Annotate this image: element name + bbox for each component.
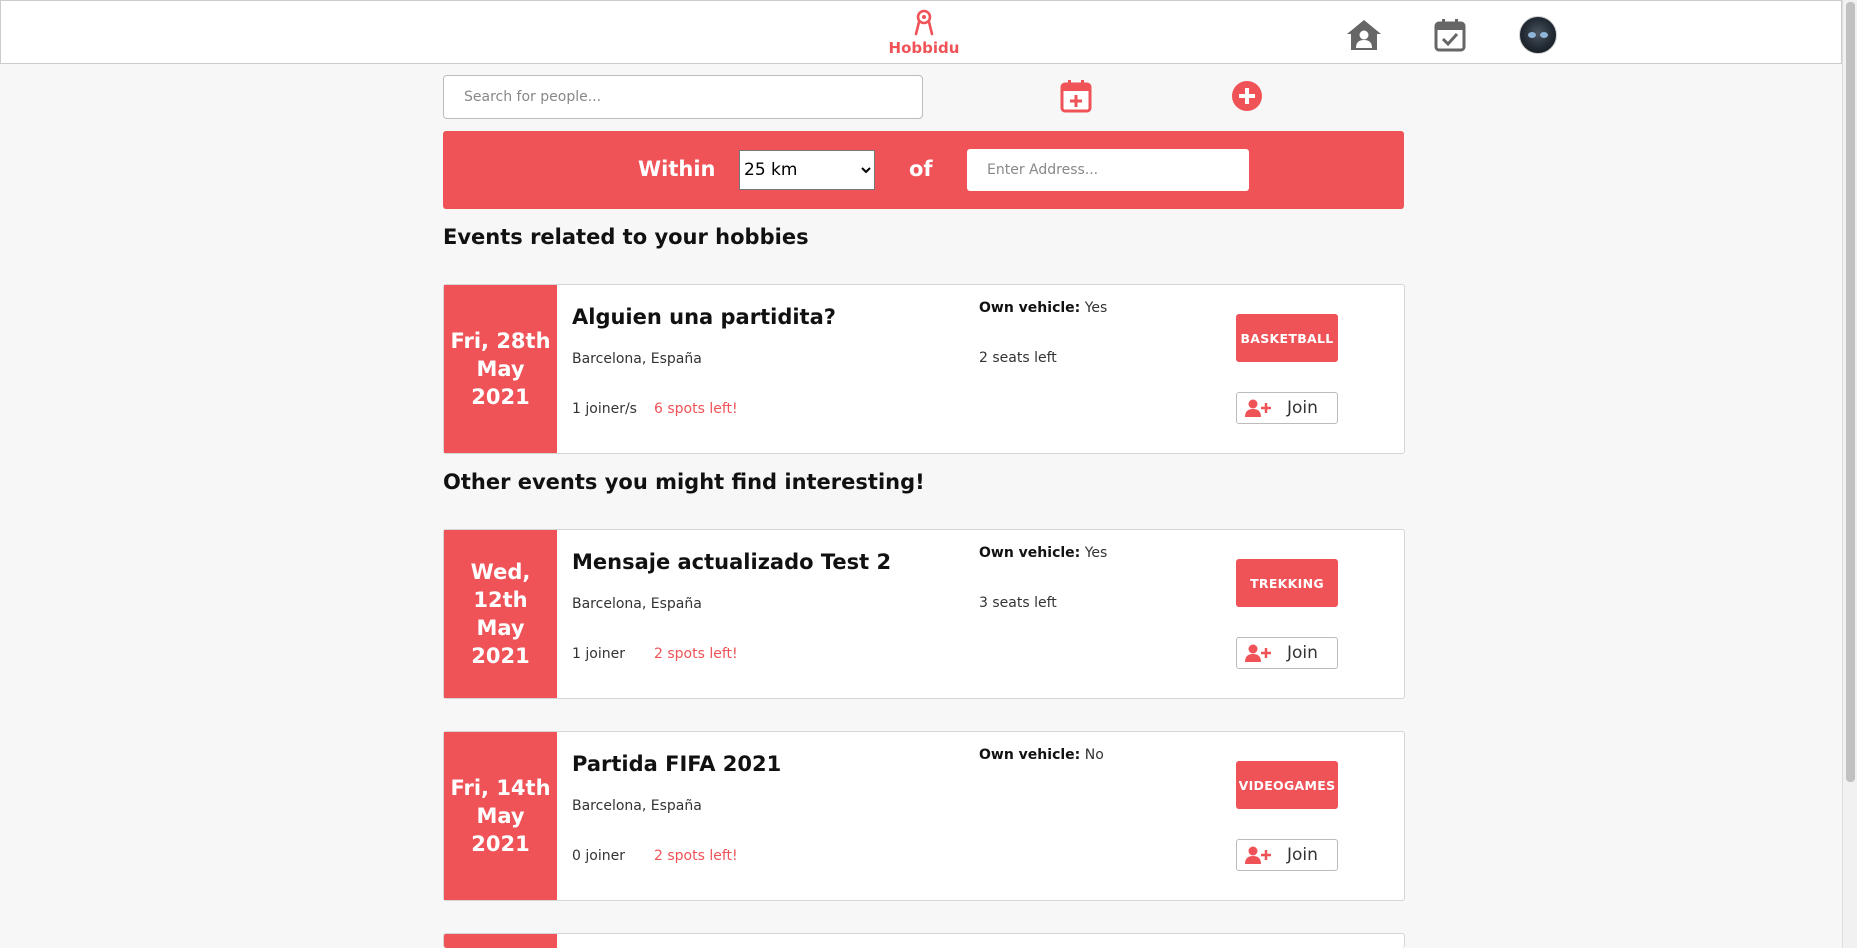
calendar-plus-icon xyxy=(1060,80,1092,113)
event-location: Barcelona, España xyxy=(572,798,702,814)
join-button[interactable]: Join xyxy=(1236,392,1338,424)
vehicle-value: No xyxy=(1084,747,1104,763)
add-user-icon xyxy=(1245,399,1271,417)
event-seats-left: 2 seats left xyxy=(979,350,1057,366)
vehicle-label: Own vehicle: xyxy=(979,747,1081,763)
address-input[interactable] xyxy=(967,149,1249,191)
calendar-check-icon xyxy=(1434,19,1466,52)
event-date-day: Wed, 12th xyxy=(470,560,531,612)
join-label: Join xyxy=(1287,398,1318,418)
scrollbar-thumb[interactable] xyxy=(1846,2,1855,782)
event-joiners: 1 joiner/s xyxy=(572,401,637,417)
event-joiners: 1 joiner xyxy=(572,646,625,662)
brand-logo[interactable]: Hobbidu xyxy=(887,9,961,57)
event-date-month: May 2021 xyxy=(471,357,530,409)
event-date-month: May 2021 xyxy=(471,616,530,668)
event-spots-left: 2 spots left! xyxy=(654,848,738,864)
join-label: Join xyxy=(1287,643,1318,663)
top-navbar: Hobbidu xyxy=(0,0,1842,64)
event-card-partial[interactable] xyxy=(443,933,1405,948)
event-title[interactable]: Partida FIFA 2021 xyxy=(572,752,781,776)
event-date-month: May 2021 xyxy=(471,804,530,856)
event-date: Wed, 12th May 2021 xyxy=(444,530,557,698)
event-spots-left: 6 spots left! xyxy=(654,401,738,417)
related-events-heading: Events related to your hobbies xyxy=(443,225,809,249)
vehicle-label: Own vehicle: xyxy=(979,545,1081,561)
event-date: Fri, 14th May 2021 xyxy=(444,732,557,900)
event-card[interactable]: Wed, 12th May 2021 Mensaje actualizado T… xyxy=(443,529,1405,699)
join-button[interactable]: Join xyxy=(1236,637,1338,669)
hobby-tag-button[interactable]: VIDEOGAMES xyxy=(1236,761,1338,809)
create-event-button[interactable] xyxy=(1058,78,1094,114)
add-button[interactable] xyxy=(1229,78,1265,114)
event-card[interactable]: Fri, 28th May 2021 Alguien una partidita… xyxy=(443,284,1405,454)
event-title[interactable]: Alguien una partidita? xyxy=(572,305,836,329)
event-joiners: 0 joiner xyxy=(572,848,625,864)
event-location: Barcelona, España xyxy=(572,351,702,367)
of-label: of xyxy=(909,157,933,181)
nav-profile-button[interactable] xyxy=(1518,15,1558,55)
hobby-tag-button[interactable]: BASKETBALL xyxy=(1236,314,1338,362)
event-spots-left: 2 spots left! xyxy=(654,646,738,662)
event-vehicle: Own vehicle: No xyxy=(979,747,1104,763)
location-filter-bar: Within 25 km of xyxy=(443,131,1404,209)
distance-select[interactable]: 25 km xyxy=(739,150,875,190)
within-label: Within xyxy=(638,157,716,181)
join-label: Join xyxy=(1287,845,1318,865)
event-date-day: Fri, 28th xyxy=(450,329,551,353)
event-vehicle: Own vehicle: Yes xyxy=(979,545,1107,561)
event-card[interactable]: Fri, 14th May 2021 Partida FIFA 2021 Bar… xyxy=(443,731,1405,901)
event-title[interactable]: Mensaje actualizado Test 2 xyxy=(572,550,891,574)
nav-my-events-button[interactable] xyxy=(1430,15,1470,55)
vehicle-value: Yes xyxy=(1084,300,1108,316)
event-date-day: Fri, 14th xyxy=(450,776,551,800)
avatar xyxy=(1519,16,1557,54)
hobbidu-logo-icon xyxy=(914,9,934,36)
vehicle-value: Yes xyxy=(1084,545,1108,561)
home-user-icon xyxy=(1347,20,1381,50)
brand-name: Hobbidu xyxy=(888,39,960,57)
event-location: Barcelona, España xyxy=(572,596,702,612)
join-button[interactable]: Join xyxy=(1236,839,1338,871)
event-date xyxy=(444,934,557,948)
vehicle-label: Own vehicle: xyxy=(979,300,1081,316)
event-vehicle: Own vehicle: Yes xyxy=(979,300,1107,316)
other-events-heading: Other events you might find interesting! xyxy=(443,470,925,494)
event-date: Fri, 28th May 2021 xyxy=(444,285,557,453)
event-seats-left: 3 seats left xyxy=(979,595,1057,611)
hobby-tag-button[interactable]: TREKKING xyxy=(1236,559,1338,607)
people-search-input[interactable] xyxy=(443,75,923,119)
plus-circle-icon xyxy=(1232,81,1262,111)
nav-home-button[interactable] xyxy=(1344,15,1384,55)
add-user-icon xyxy=(1245,644,1271,662)
page-scrollbar[interactable] xyxy=(1842,0,1857,948)
add-user-icon xyxy=(1245,846,1271,864)
